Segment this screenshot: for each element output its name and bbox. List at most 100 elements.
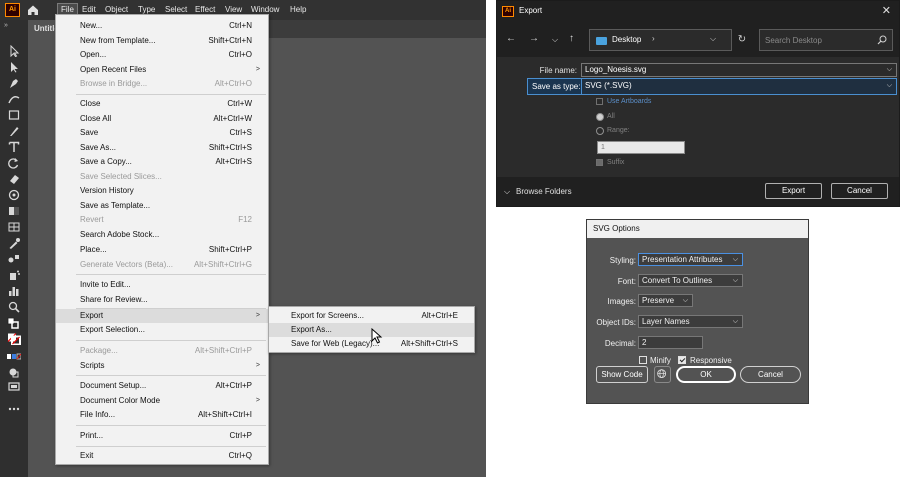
navigation-bar: ← → ⌵ ↑ Desktop › ⌵ ↻ Search Desktop [497, 23, 899, 57]
file-name-label: File name: [539, 66, 577, 75]
illustrator-window: Ai File Edit Object Type Select Effect V… [0, 0, 486, 477]
use-artboards-label: Use Artboards [607, 98, 652, 105]
chevron-down-icon[interactable]: ⌵ [552, 34, 558, 46]
cancel-button[interactable]: Cancel [740, 366, 801, 383]
menu-item-save-as[interactable]: Save As... Shift+Ctrl+S [56, 141, 268, 155]
browse-folders-toggle[interactable]: Browse Folders [516, 187, 572, 196]
show-code-button[interactable]: Show Code [596, 366, 648, 383]
chevron-down-icon[interactable]: ⌵ [710, 34, 716, 44]
home-icon[interactable] [26, 3, 40, 17]
images-select[interactable]: Preserve ⌵ [638, 294, 693, 307]
chevron-down-icon[interactable]: ⌵ [504, 187, 510, 197]
menu-item-print[interactable]: Print... Ctrl+P [56, 429, 268, 443]
menu-separator [76, 274, 266, 275]
dialog-title: SVG Options [587, 220, 808, 238]
menu-separator [76, 425, 266, 426]
paintbrush-tool-icon[interactable] [7, 125, 21, 137]
decimal-input[interactable]: 2 [638, 336, 703, 349]
save-as-type-select[interactable]: SVG (*.SVG) ⌵ [581, 79, 896, 94]
menu-item-open-recent[interactable]: Open Recent Files > [56, 63, 268, 77]
menu-item-share-for-review[interactable]: Share for Review... [56, 293, 268, 307]
menu-item-document-setup[interactable]: Document Setup... Alt+Ctrl+P [56, 379, 268, 393]
rotate-tool-icon[interactable] [7, 157, 21, 169]
gradient-tool-icon[interactable] [7, 205, 21, 217]
menu-item-file-info[interactable]: File Info... Alt+Shift+Ctrl+I [56, 408, 268, 422]
cancel-button[interactable]: Cancel [831, 183, 888, 199]
menu-item-export-for-screens[interactable]: Export for Screens... Alt+Ctrl+E [269, 309, 474, 323]
menu-help[interactable]: Help [287, 4, 309, 16]
menu-item-search-stock[interactable]: Search Adobe Stock... [56, 228, 268, 242]
file-name-input[interactable]: Logo_Noesis.svg ⌵ [581, 63, 897, 77]
selection-tool-icon[interactable] [7, 44, 21, 58]
direct-selection-tool-icon[interactable] [7, 61, 21, 73]
minify-label: Minify [650, 356, 671, 365]
menu-item-version-history[interactable]: Version History [56, 184, 268, 198]
menu-item-document-color-mode[interactable]: Document Color Mode > [56, 394, 268, 408]
menu-item-exit[interactable]: Exit Ctrl+Q [56, 449, 268, 463]
menu-item-export[interactable]: Export > [56, 309, 268, 323]
object-ids-label: Object IDs: [596, 318, 636, 327]
rectangle-tool-icon[interactable] [7, 109, 21, 121]
menu-item-place[interactable]: Place... Shift+Ctrl+P [56, 243, 268, 257]
path-desktop[interactable]: Desktop [612, 35, 641, 44]
decimal-label: Decimal: [604, 339, 636, 348]
menu-item-open[interactable]: Open... Ctrl+O [56, 48, 268, 62]
column-graph-tool-icon[interactable] [7, 285, 21, 297]
blend-tool-icon[interactable] [7, 253, 21, 265]
styling-select[interactable]: Presentation Attributes ⌵ [638, 253, 743, 266]
file-menu: New... Ctrl+N New from Template... Shift+C… [55, 14, 269, 465]
draw-mode-icon[interactable] [7, 366, 21, 378]
range-radio[interactable] [596, 127, 604, 135]
menu-item-close[interactable]: Close Ctrl+W [56, 97, 268, 111]
fill-stroke-swatch-icon[interactable] [7, 333, 21, 346]
menu-item-save-as-template[interactable]: Save as Template... [56, 199, 268, 213]
use-artboards-checkbox[interactable] [596, 98, 603, 105]
minify-checkbox[interactable] [639, 356, 647, 364]
symbol-sprayer-tool-icon[interactable] [7, 269, 21, 281]
menu-item-invite-to-edit[interactable]: Invite to Edit... [56, 278, 268, 292]
object-ids-select[interactable]: Layer Names ⌵ [638, 315, 743, 328]
search-input[interactable]: Search Desktop [759, 29, 893, 51]
suffix-checkbox[interactable] [596, 159, 603, 166]
menu-item-new[interactable]: New... Ctrl+N [56, 19, 268, 33]
forward-arrow-icon[interactable]: → [529, 33, 539, 45]
screen-mode-icon[interactable] [7, 381, 21, 393]
menu-item-generate-vectors: Generate Vectors (Beta)... Alt+Shift+Ctrl… [80, 260, 252, 269]
mesh-tool-icon[interactable] [7, 221, 21, 233]
close-icon[interactable]: ✕ [882, 4, 891, 17]
export-button[interactable]: Export [765, 183, 822, 199]
default-fill-stroke-icon[interactable] [7, 317, 21, 329]
eyedropper-tool-icon[interactable] [7, 237, 21, 249]
address-bar[interactable]: Desktop › ⌵ [589, 29, 732, 51]
all-radio[interactable] [596, 113, 604, 121]
font-select[interactable]: Convert To Outlines ⌵ [638, 274, 743, 287]
eraser-tool-icon[interactable] [7, 173, 21, 185]
menu-item-new-from-template[interactable]: New from Template... Shift+Ctrl+N [56, 34, 268, 48]
chevron-down-icon[interactable]: ⌵ [887, 64, 892, 76]
menu-item-save[interactable]: Save Ctrl+S [56, 126, 268, 140]
color-mode-icons[interactable] [7, 351, 22, 363]
export-dialog-titlebar: Ai Export ✕ [497, 1, 899, 23]
chevron-down-icon: ⌵ [682, 297, 688, 304]
mouse-cursor-icon [371, 328, 383, 344]
globe-icon[interactable] [654, 366, 671, 383]
menu-item-save-copy[interactable]: Save a Copy... Alt+Ctrl+S [56, 155, 268, 169]
responsive-checkbox[interactable] [678, 356, 686, 364]
warp-tool-icon[interactable] [7, 189, 21, 201]
type-tool-icon[interactable] [7, 141, 21, 153]
range-input[interactable]: 1 [597, 141, 685, 154]
folder-icon [596, 37, 607, 45]
back-arrow-icon[interactable]: ← [506, 33, 516, 45]
submenu-arrow-icon: > [255, 361, 260, 369]
menu-item-close-all[interactable]: Close All Alt+Ctrl+W [56, 112, 268, 126]
pen-tool-icon[interactable] [7, 77, 21, 89]
up-arrow-icon[interactable]: ↑ [569, 33, 574, 45]
collapse-icon[interactable]: » [4, 22, 8, 29]
menu-item-export-selection[interactable]: Export Selection... [56, 323, 268, 337]
zoom-tool-icon[interactable] [7, 301, 21, 313]
curvature-tool-icon[interactable] [7, 93, 21, 105]
menu-item-scripts[interactable]: Scripts > [56, 359, 268, 373]
more-tools-icon[interactable] [7, 403, 21, 415]
ok-button[interactable]: OK [676, 366, 736, 383]
refresh-icon[interactable]: ↻ [732, 29, 752, 51]
